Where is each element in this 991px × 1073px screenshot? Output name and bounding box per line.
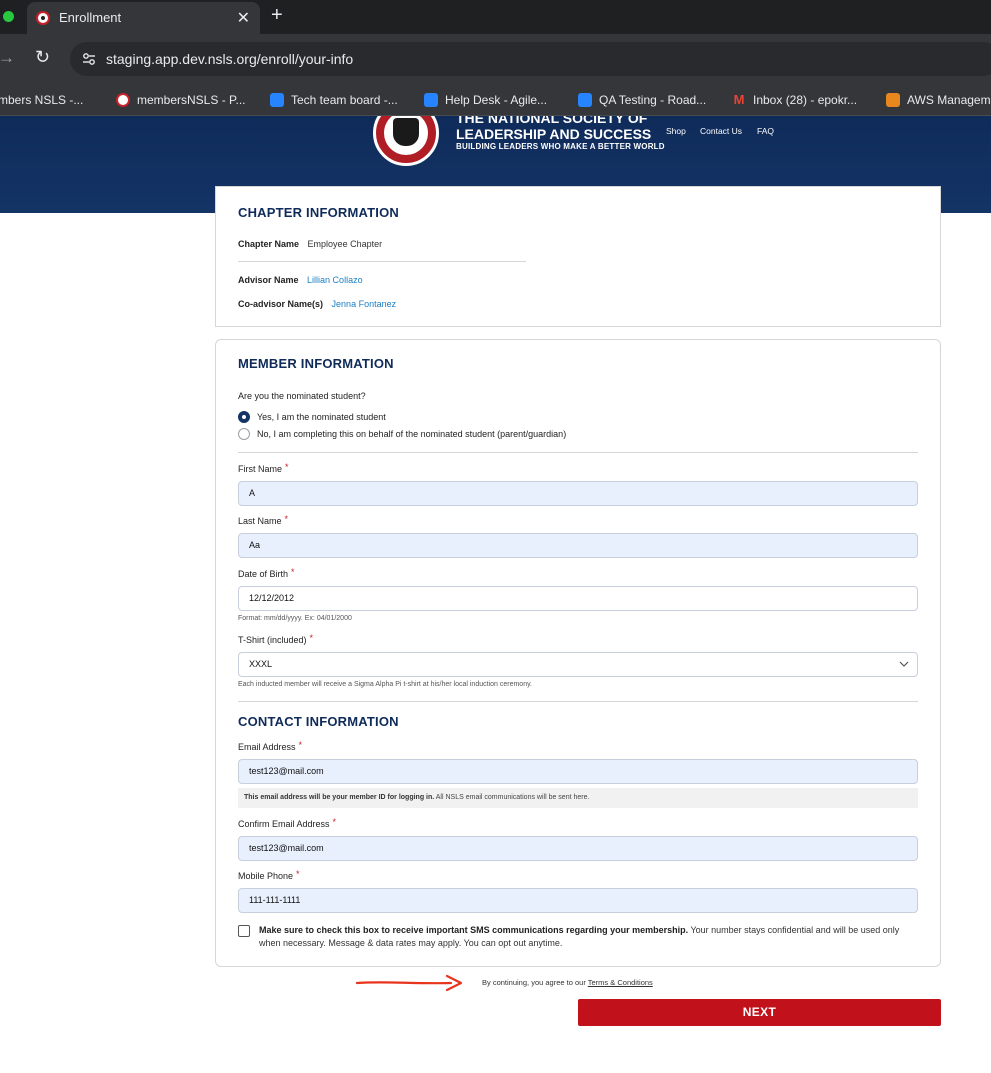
required-asterisk: * bbox=[291, 567, 295, 577]
logo-tagline: BUILDING LEADERS WHO MAKE A BETTER WORLD bbox=[456, 142, 665, 151]
sms-consent-row: Make sure to check this box to receive i… bbox=[238, 924, 918, 950]
gmail-icon: M bbox=[733, 92, 745, 107]
radio-button-unchecked[interactable] bbox=[238, 428, 250, 440]
browser-tab-bar: Enrollment ✕ + bbox=[0, 0, 991, 34]
required-asterisk: * bbox=[332, 817, 337, 827]
dob-label: Date of Birth * bbox=[238, 567, 295, 579]
chapter-section-title: CHAPTER INFORMATION bbox=[238, 205, 399, 220]
logo-title-line1: THE NATIONAL SOCIETY OF bbox=[456, 116, 648, 126]
divider bbox=[238, 452, 918, 453]
radio-option-yes[interactable]: Yes, I am the nominated student bbox=[238, 411, 386, 423]
nsls-seal-logo[interactable] bbox=[373, 116, 439, 166]
first-name-input[interactable]: A bbox=[238, 481, 918, 506]
email-info-note: This email address will be your member I… bbox=[238, 788, 918, 808]
member-section-title: MEMBER INFORMATION bbox=[238, 356, 394, 371]
divider bbox=[238, 701, 918, 702]
radio-option-no[interactable]: No, I am completing this on behalf of th… bbox=[238, 428, 566, 440]
chapter-name-row: Chapter Name Employee Chapter bbox=[238, 239, 382, 249]
sms-consent-checkbox[interactable] bbox=[238, 925, 250, 937]
member-information-card: MEMBER INFORMATION Are you the nominated… bbox=[215, 339, 941, 967]
bookmark-item[interactable]: Help Desk - Agile... bbox=[424, 93, 547, 107]
email-label: Email Address * bbox=[238, 740, 303, 752]
jira-icon bbox=[578, 93, 592, 107]
advisor-link[interactable]: Lillian Collazo bbox=[307, 275, 363, 285]
new-tab-icon[interactable]: + bbox=[271, 4, 283, 27]
address-bar[interactable]: staging.app.dev.nsls.org/enroll/your-inf… bbox=[70, 42, 991, 76]
email-input[interactable]: test123@mail.com bbox=[238, 759, 918, 784]
confirm-email-label: Confirm Email Address * bbox=[238, 817, 337, 829]
advisor-row: Advisor Name Lillian Collazo bbox=[238, 275, 363, 285]
browser-tab-enrollment[interactable]: Enrollment ✕ bbox=[27, 2, 260, 34]
tshirt-label: T-Shirt (included) * bbox=[238, 633, 314, 645]
bookmark-item[interactable]: mbers NSLS -... bbox=[0, 93, 83, 107]
dob-format-hint: Format: mm/dd/yyyy. Ex: 04/01/2000 bbox=[238, 615, 352, 622]
page-content: THE NATIONAL SOCIETY OF LEADERSHIP AND S… bbox=[0, 116, 991, 1073]
tab-title: Enrollment bbox=[59, 10, 122, 25]
coadvisor-label: Co-advisor Name(s) bbox=[238, 299, 324, 309]
close-tab-icon[interactable]: ✕ bbox=[237, 8, 250, 28]
forward-arrow-icon[interactable]: → bbox=[0, 48, 15, 68]
required-asterisk: * bbox=[285, 462, 289, 472]
radio-yes-label: Yes, I am the nominated student bbox=[257, 412, 386, 422]
annotation-arrow-icon bbox=[355, 974, 463, 992]
jira-icon bbox=[270, 93, 284, 107]
chevron-down-icon bbox=[899, 661, 909, 667]
bookmark-item[interactable]: M Inbox (28) - epokr... bbox=[732, 92, 857, 108]
coadvisor-link[interactable]: Jenna Fontanez bbox=[332, 299, 397, 309]
required-asterisk: * bbox=[309, 633, 314, 643]
nav-link-faq[interactable]: FAQ bbox=[757, 126, 774, 136]
contact-section-title: CONTACT INFORMATION bbox=[238, 714, 399, 729]
last-name-input[interactable]: Aa bbox=[238, 533, 918, 558]
bookmark-item[interactable]: membersNSLS - P... bbox=[116, 93, 245, 107]
terms-notice: By continuing, you agree to our Terms & … bbox=[482, 978, 653, 987]
browser-toolbar: → ↻ staging.app.dev.nsls.org/enroll/your… bbox=[0, 34, 991, 85]
site-settings-icon[interactable] bbox=[80, 50, 98, 68]
aws-icon bbox=[886, 93, 900, 107]
chapter-information-card: CHAPTER INFORMATION Chapter Name Employe… bbox=[215, 186, 941, 327]
url-text: staging.app.dev.nsls.org/enroll/your-inf… bbox=[106, 51, 354, 67]
window-maximize-dot[interactable] bbox=[3, 11, 14, 22]
terms-conditions-link[interactable]: Terms & Conditions bbox=[588, 978, 653, 987]
reload-icon[interactable]: ↻ bbox=[35, 47, 50, 68]
phone-label: Mobile Phone * bbox=[238, 869, 300, 881]
chapter-name-value: Employee Chapter bbox=[307, 239, 383, 249]
coadvisor-row: Co-advisor Name(s) Jenna Fontanez bbox=[238, 299, 396, 309]
next-button[interactable]: NEXT bbox=[578, 999, 941, 1026]
phone-input[interactable]: 111-111-1111 bbox=[238, 888, 918, 913]
bookmark-item[interactable]: AWS Managem bbox=[886, 93, 991, 107]
sms-consent-text: Make sure to check this box to receive i… bbox=[259, 925, 900, 948]
chapter-name-label: Chapter Name bbox=[238, 239, 300, 249]
radio-button-checked[interactable] bbox=[238, 411, 250, 423]
tshirt-hint: Each inducted member will receive a Sigm… bbox=[238, 681, 533, 688]
tshirt-selected-value: XXXL bbox=[249, 659, 273, 669]
required-asterisk: * bbox=[298, 740, 303, 750]
last-name-label: Last Name * bbox=[238, 514, 289, 526]
required-asterisk: * bbox=[296, 869, 300, 879]
first-name-label: First Name * bbox=[238, 462, 289, 474]
bookmark-item[interactable]: Tech team board -... bbox=[270, 93, 398, 107]
required-asterisk: * bbox=[284, 514, 289, 524]
advisor-label: Advisor Name bbox=[238, 275, 299, 285]
jira-icon bbox=[424, 93, 438, 107]
nominated-question: Are you the nominated student? bbox=[238, 391, 366, 401]
dob-input[interactable]: 12/12/2012 bbox=[238, 586, 918, 611]
bookmarks-bar: mbers NSLS -... membersNSLS - P... Tech … bbox=[0, 85, 991, 116]
confirm-email-input[interactable]: test123@mail.com bbox=[238, 836, 918, 861]
nsls-icon bbox=[116, 93, 130, 107]
nav-link-shop[interactable]: Shop bbox=[666, 126, 686, 136]
divider bbox=[238, 261, 526, 262]
nav-link-contact-us[interactable]: Contact Us bbox=[700, 126, 742, 136]
nsls-favicon-icon bbox=[36, 11, 50, 25]
radio-no-label: No, I am completing this on behalf of th… bbox=[257, 429, 567, 439]
logo-title-line2: LEADERSHIP AND SUCCESS bbox=[456, 126, 652, 142]
tshirt-select[interactable]: XXXL bbox=[238, 652, 918, 677]
bookmark-item[interactable]: QA Testing - Road... bbox=[578, 93, 706, 107]
